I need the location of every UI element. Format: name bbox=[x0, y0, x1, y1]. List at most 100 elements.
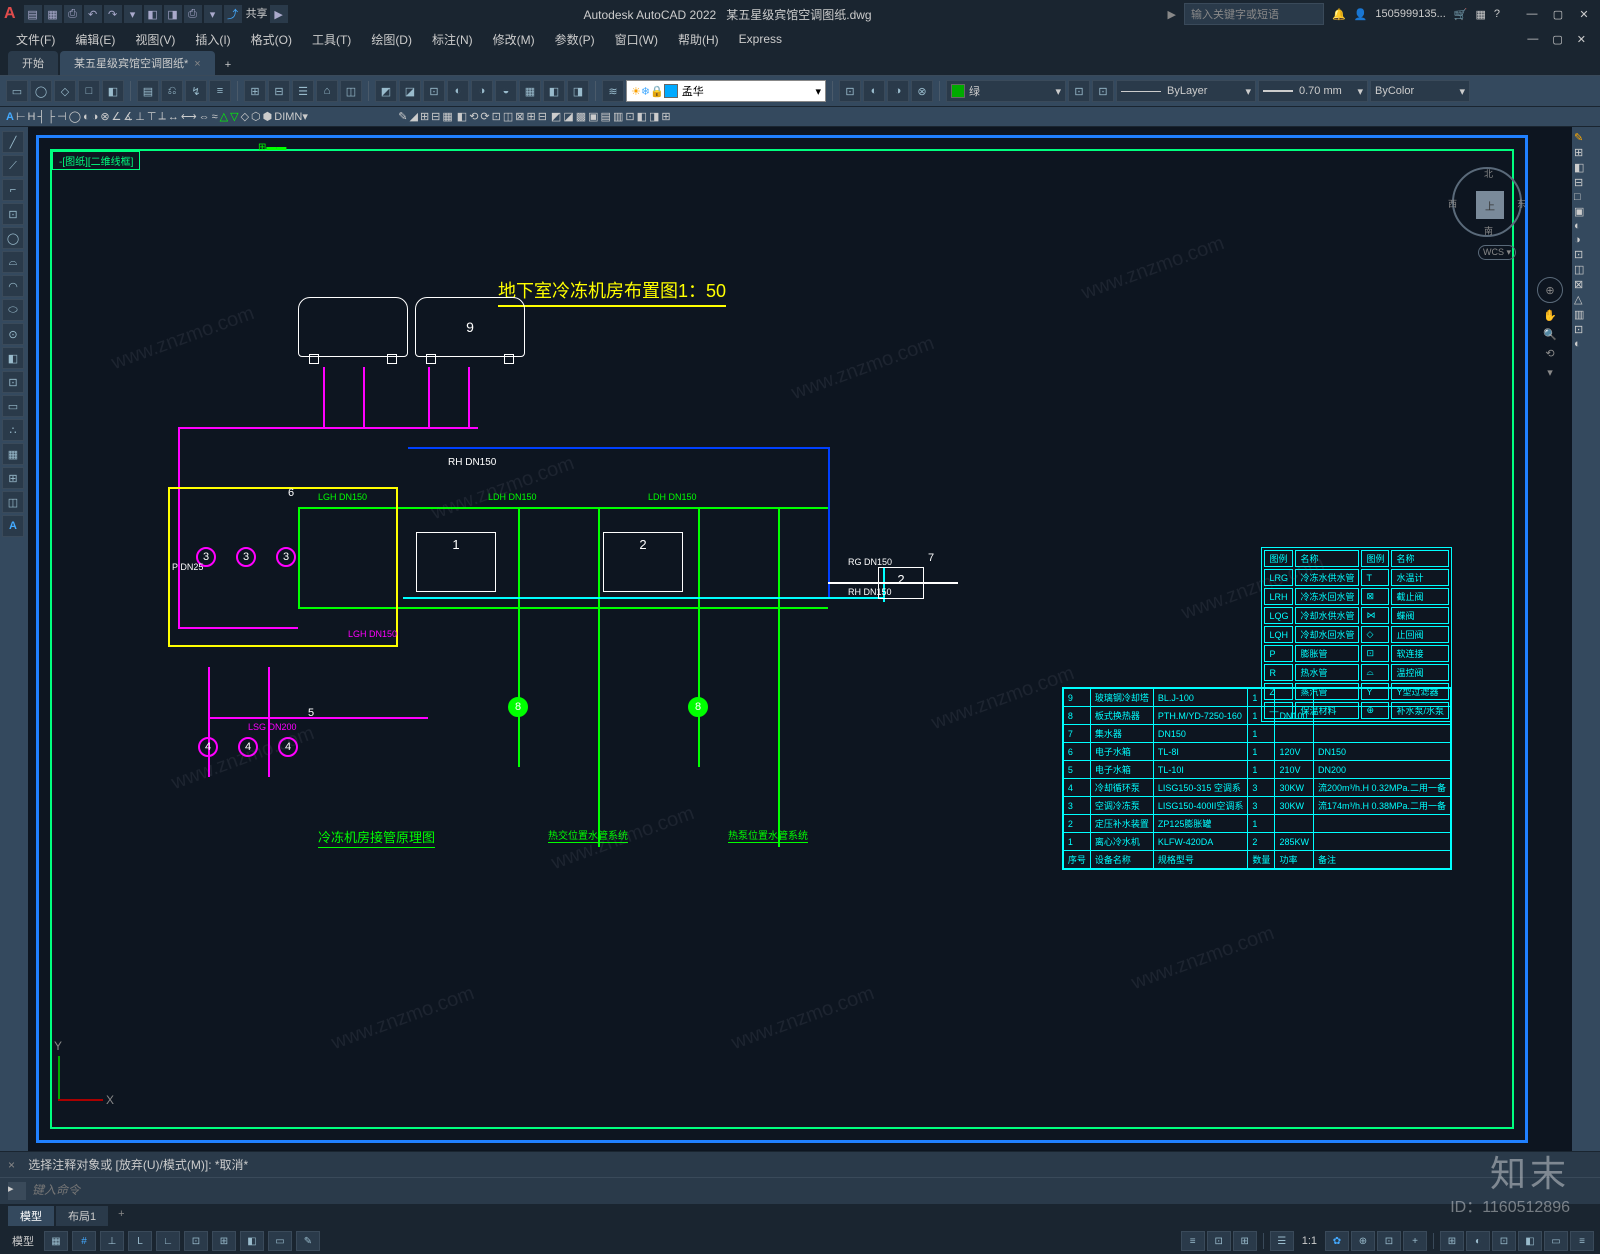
menu-draw[interactable]: 绘图(D) bbox=[363, 29, 420, 50]
rb-btn[interactable]: ◇ bbox=[241, 110, 249, 123]
menu-insert[interactable]: 插入(I) bbox=[187, 29, 238, 50]
sb-grid[interactable]: ▦ bbox=[44, 1231, 68, 1251]
menu-view[interactable]: 视图(V) bbox=[127, 29, 183, 50]
tab-model[interactable]: 模型 bbox=[8, 1206, 54, 1226]
qat-btn[interactable]: ▦ bbox=[44, 5, 62, 23]
menu-parametric[interactable]: 参数(P) bbox=[547, 29, 603, 50]
rb-btn[interactable]: ≡ bbox=[209, 80, 231, 102]
sb-btn[interactable]: ⊥ bbox=[100, 1231, 124, 1251]
tool-point[interactable]: ∴ bbox=[2, 419, 24, 441]
minimize-button[interactable]: — bbox=[1520, 5, 1544, 23]
doc-close-button[interactable]: ✕ bbox=[1571, 33, 1592, 46]
rb-btn[interactable]: ⊡ bbox=[625, 110, 634, 123]
tool-r[interactable]: ▥ bbox=[1574, 308, 1598, 321]
rb-btn[interactable]: ◩ bbox=[375, 80, 397, 102]
rb-btn[interactable]: ⎌ bbox=[161, 80, 183, 102]
viewport-label[interactable]: -[图纸][二维线框] bbox=[52, 151, 140, 170]
rb-btn[interactable]: □ bbox=[78, 80, 100, 102]
rb-btn[interactable]: H bbox=[28, 111, 36, 123]
nav-zoom-icon[interactable]: 🔍 bbox=[1543, 328, 1557, 341]
qat-btn[interactable]: ▾ bbox=[124, 5, 142, 23]
menu-express[interactable]: Express bbox=[731, 30, 790, 48]
sb-btn[interactable]: ⊡ bbox=[1377, 1231, 1401, 1251]
rb-btn[interactable]: ◧ bbox=[543, 80, 565, 102]
rb-btn[interactable]: ◨ bbox=[567, 80, 589, 102]
rb-btn[interactable]: ⊡ bbox=[1092, 80, 1114, 102]
rb-btn[interactable]: ⊞ bbox=[420, 110, 429, 123]
color-combo[interactable]: 绿▾ bbox=[946, 80, 1066, 102]
layer-prop-icon[interactable]: ≋ bbox=[602, 80, 624, 102]
sb-btn[interactable]: ⊞ bbox=[1233, 1231, 1257, 1251]
tab-document[interactable]: 某五星级宾馆空调图纸*× bbox=[60, 51, 215, 75]
tool-arc[interactable]: ⌓ bbox=[2, 251, 24, 273]
menu-dimension[interactable]: 标注(N) bbox=[424, 29, 481, 50]
rb-btn[interactable]: ⬢ bbox=[263, 110, 273, 123]
tab-add[interactable]: + bbox=[217, 55, 239, 75]
tool-insert[interactable]: ◧ bbox=[2, 347, 24, 369]
command-prompt-icon[interactable]: ▸ bbox=[8, 1182, 26, 1200]
tool-circle[interactable]: ◯ bbox=[2, 227, 24, 249]
qat-btn[interactable]: ▾ bbox=[204, 5, 222, 23]
rb-btn[interactable]: ⊗ bbox=[100, 110, 109, 123]
app-switcher-icon[interactable]: ▦ bbox=[1475, 8, 1485, 21]
rb-btn[interactable]: ◨ bbox=[649, 110, 659, 123]
help-icon[interactable]: ? bbox=[1494, 8, 1500, 20]
rb-btn[interactable]: ◧ bbox=[637, 110, 647, 123]
qat-btn[interactable]: ↷ bbox=[104, 5, 122, 23]
share-label[interactable]: 共享 bbox=[246, 5, 268, 23]
user-icon[interactable]: 👤 bbox=[1354, 8, 1368, 21]
plotstyle-combo[interactable]: ByColor▾ bbox=[1370, 80, 1470, 102]
rb-btn[interactable]: ⊞ bbox=[526, 110, 535, 123]
rb-btn[interactable]: ⊟ bbox=[538, 110, 547, 123]
rb-btn[interactable]: ⊡ bbox=[492, 110, 501, 123]
sb-btn[interactable]: ☰ bbox=[1270, 1231, 1294, 1251]
rb-btn[interactable]: ⊟ bbox=[431, 110, 440, 123]
rb-btn[interactable]: ⟲ bbox=[469, 110, 478, 123]
tool-block[interactable]: ⊡ bbox=[2, 371, 24, 393]
sb-btn[interactable]: ✿ bbox=[1325, 1231, 1349, 1251]
rb-btn[interactable]: ⊠ bbox=[515, 110, 524, 123]
tool-r[interactable]: ◑ bbox=[1574, 234, 1598, 246]
wcs-label[interactable]: WCS ▾ bbox=[1478, 245, 1516, 260]
sb-btn[interactable]: ▭ bbox=[1544, 1231, 1568, 1251]
dimstyle-combo[interactable]: DIMN▾ bbox=[274, 110, 394, 123]
rb-btn[interactable]: ┤ bbox=[38, 111, 46, 123]
signin-icon[interactable]: 🔔 bbox=[1332, 8, 1346, 21]
sb-btn[interactable]: + bbox=[1403, 1231, 1427, 1251]
close-button[interactable]: ✕ bbox=[1572, 5, 1596, 23]
menu-tools[interactable]: 工具(T) bbox=[304, 29, 359, 50]
rb-btn[interactable]: ⊤ bbox=[147, 110, 157, 123]
menu-edit[interactable]: 编辑(E) bbox=[67, 29, 123, 50]
tool-r[interactable]: ◐ bbox=[1574, 220, 1598, 232]
rb-btn[interactable]: ▽ bbox=[230, 110, 238, 123]
rb-btn[interactable]: ⊥ bbox=[135, 110, 145, 123]
tool-hatch[interactable]: ▦ bbox=[2, 443, 24, 465]
tool-rect[interactable]: ▭ bbox=[2, 395, 24, 417]
tab-layout1[interactable]: 布局1 bbox=[56, 1206, 108, 1226]
rb-btn[interactable]: ◑ bbox=[471, 80, 493, 102]
rb-btn[interactable]: ◪ bbox=[563, 110, 573, 123]
rb-btn[interactable]: ▦ bbox=[442, 110, 452, 123]
tool-r[interactable]: ◫ bbox=[1574, 263, 1598, 276]
rb-btn[interactable]: ▣ bbox=[588, 110, 598, 123]
menu-format[interactable]: 格式(O) bbox=[243, 29, 300, 50]
linetype-combo[interactable]: ByLayer▾ bbox=[1116, 80, 1256, 102]
layer-combo[interactable]: ☀ ❄ 🔒 孟华 ▾ bbox=[626, 80, 826, 102]
doc-minimize-button[interactable]: — bbox=[1521, 33, 1544, 46]
tab-close-icon[interactable]: × bbox=[194, 58, 200, 70]
rb-btn[interactable]: ⬡ bbox=[251, 110, 261, 123]
rb-btn[interactable]: ⊟ bbox=[268, 80, 290, 102]
rb-btn[interactable]: ⊗ bbox=[911, 80, 933, 102]
tool-line[interactable]: ╱ bbox=[2, 131, 24, 153]
rb-btn[interactable]: ☰ bbox=[292, 80, 314, 102]
rb-btn[interactable]: ◧ bbox=[457, 110, 467, 123]
nav-more-icon[interactable]: ▾ bbox=[1547, 366, 1553, 379]
rb-btn[interactable]: ◐ bbox=[447, 80, 469, 102]
maximize-button[interactable]: ▢ bbox=[1546, 5, 1570, 23]
status-model-label[interactable]: 模型 bbox=[6, 1233, 40, 1249]
rb-btn[interactable]: ⊡ bbox=[423, 80, 445, 102]
tool-xline[interactable]: ⟋ bbox=[2, 155, 24, 177]
viewcube-north[interactable]: 北 bbox=[1484, 167, 1493, 180]
sb-btn[interactable]: ⊡ bbox=[1492, 1231, 1516, 1251]
sb-btn[interactable]: ▭ bbox=[268, 1231, 292, 1251]
